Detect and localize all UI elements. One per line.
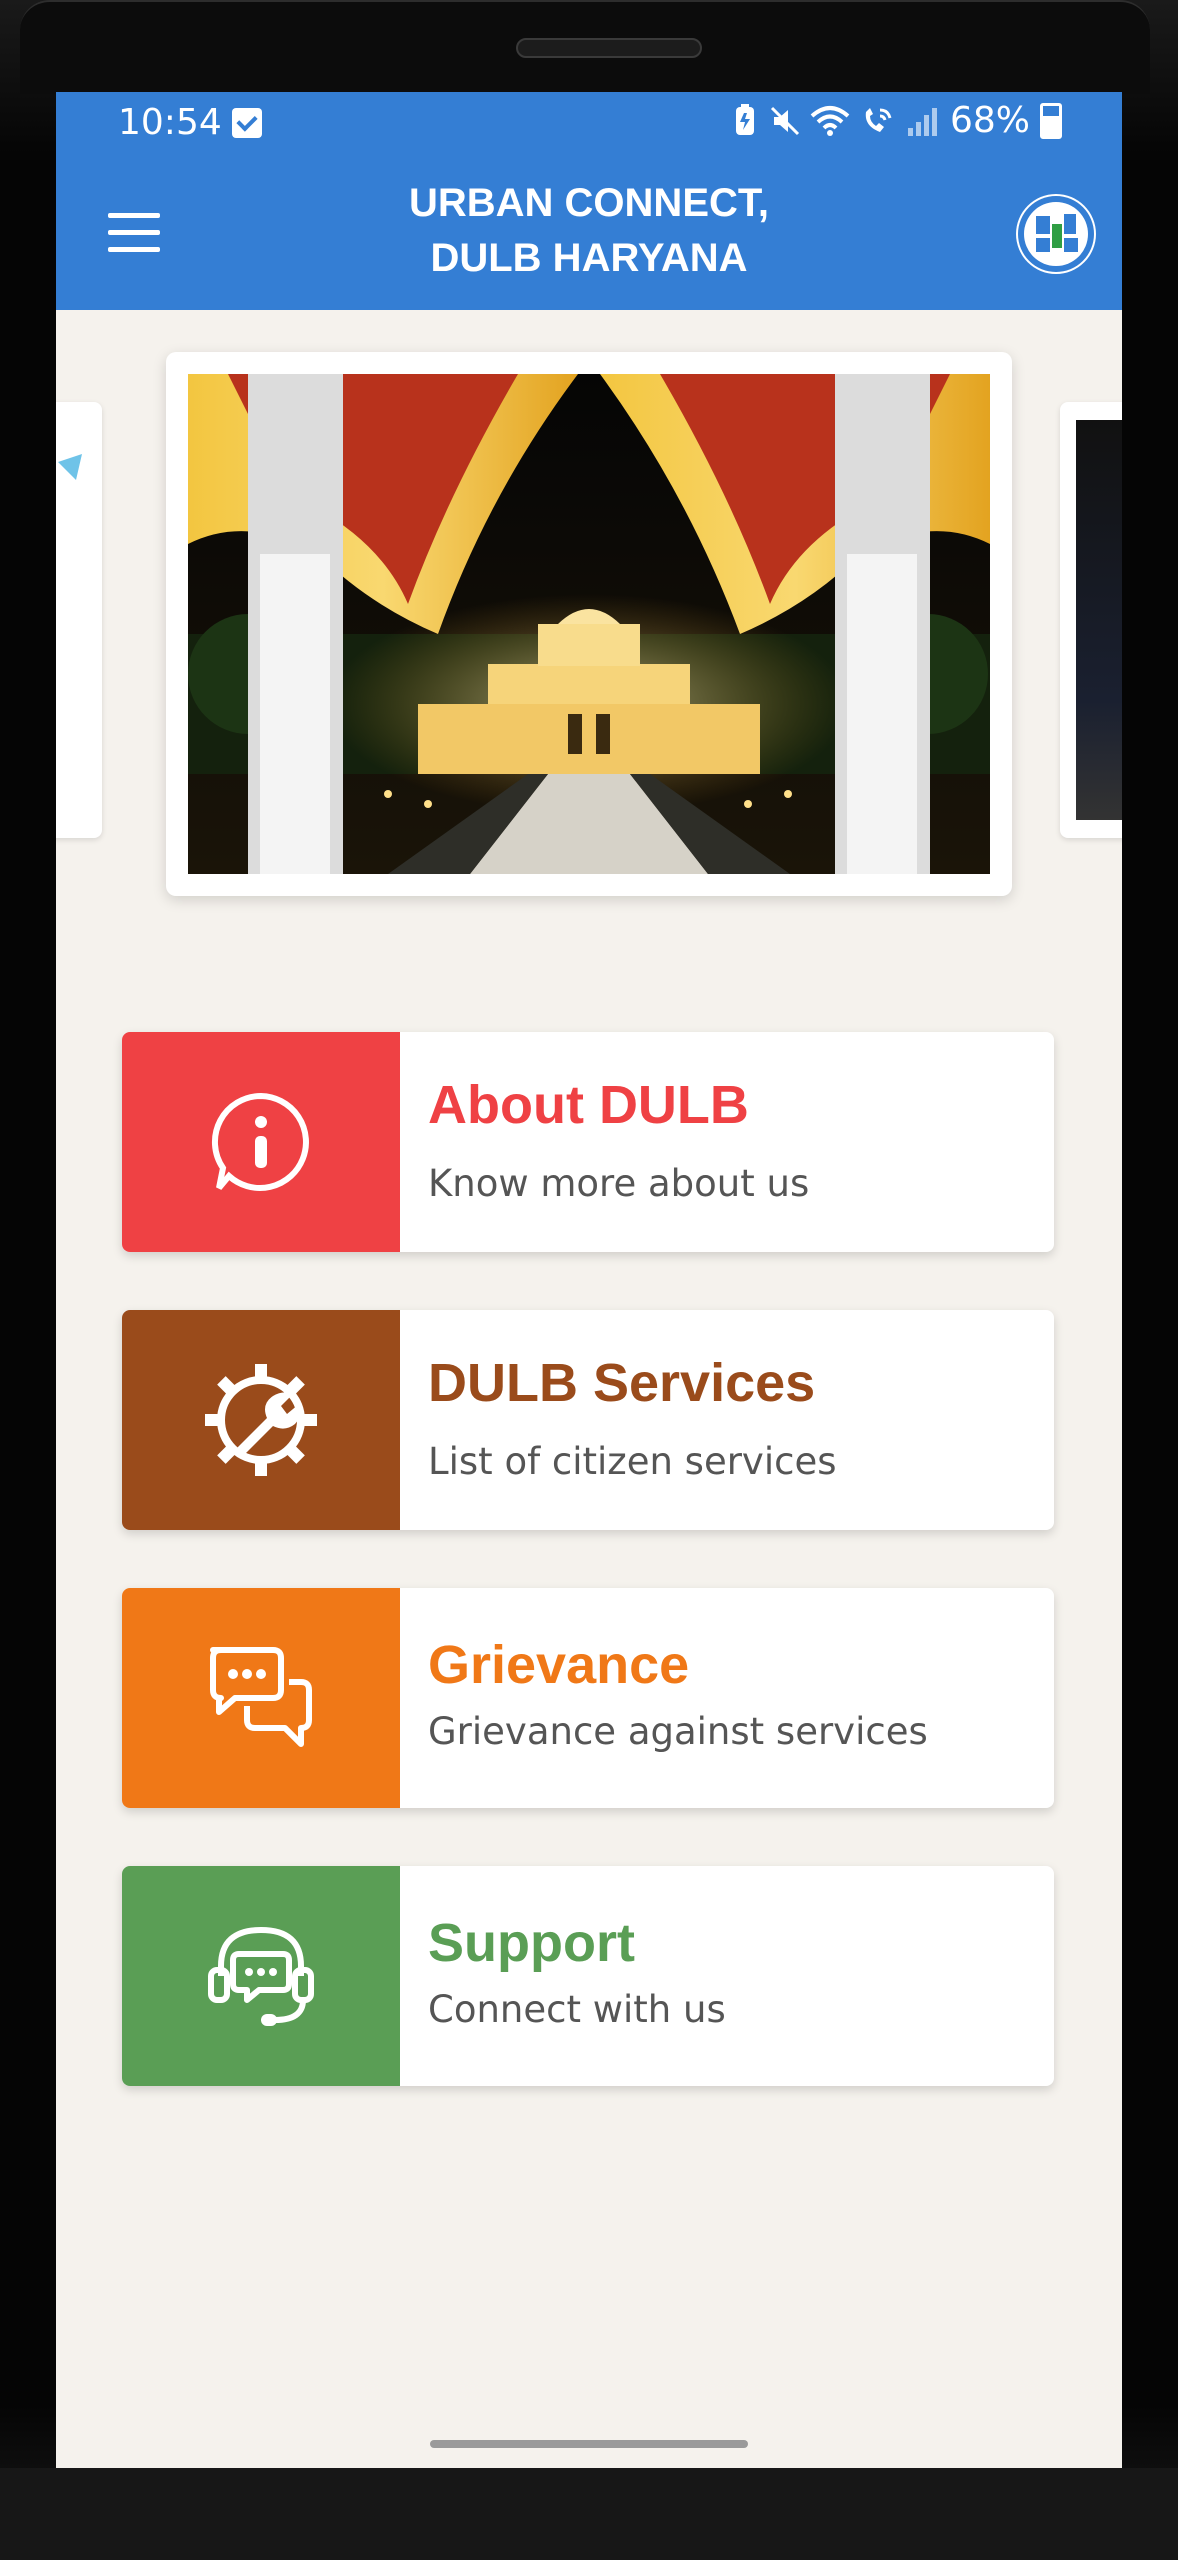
support-icon-box	[122, 1866, 400, 2086]
grievance-title: Grievance	[428, 1635, 690, 1695]
status-icons: 68%	[730, 100, 1062, 141]
carousel-slide-image[interactable]	[166, 352, 1012, 896]
status-bar: 10:54 68%	[56, 92, 1122, 156]
grievance-icon-box	[122, 1588, 400, 1808]
dulb-services-card[interactable]: DULB Services List of citizen services	[122, 1310, 1054, 1530]
battery-percentage: 68%	[949, 100, 1030, 141]
phone-top-bezel	[20, 0, 1150, 94]
headset-icon	[208, 1926, 314, 2026]
services-icon-box	[122, 1310, 400, 1530]
hamburger-menu-icon[interactable]	[108, 211, 164, 255]
checklist-notification-icon	[232, 108, 262, 138]
app-bar: URBAN CONNECT, DULB HARYANA	[56, 156, 1122, 310]
grievance-subtitle: Grievance against services	[428, 1710, 928, 1753]
about-dulb-card[interactable]: About DULB Know more about us	[122, 1032, 1054, 1252]
carousel-next-slide[interactable]	[1060, 402, 1122, 838]
speaker-grille	[516, 38, 702, 58]
wifi-icon	[810, 105, 850, 136]
app-title: URBAN CONNECT, DULB HARYANA	[306, 176, 872, 286]
wifi-calling-icon	[865, 107, 892, 132]
app-title-line1: URBAN CONNECT,	[409, 181, 769, 225]
mute-icon	[770, 106, 800, 135]
support-subtitle: Connect with us	[428, 1988, 726, 2031]
about-dulb-title: About DULB	[428, 1075, 749, 1135]
status-time: 10:54	[118, 102, 222, 143]
phone-bottom-bezel	[0, 2468, 1178, 2560]
info-icon	[211, 1092, 309, 1191]
grievance-card[interactable]: Grievance Grievance against services	[122, 1588, 1054, 1808]
carousel-prev-slide[interactable]	[56, 402, 102, 838]
about-icon-box	[122, 1032, 400, 1252]
chat-bubbles-icon	[210, 1647, 312, 1747]
dulb-services-title: DULB Services	[428, 1353, 816, 1413]
phone-frame: 10:54 68% URBAN CONNECT, DULB HARYANA Ab…	[0, 0, 1178, 2560]
dulb-services-subtitle: List of citizen services	[428, 1440, 837, 1483]
support-card[interactable]: Support Connect with us	[122, 1866, 1054, 2086]
screen: 10:54 68% URBAN CONNECT, DULB HARYANA Ab…	[56, 92, 1122, 2468]
about-dulb-subtitle: Know more about us	[428, 1162, 810, 1205]
app-title-line2: DULB HARYANA	[430, 236, 748, 280]
support-title: Support	[428, 1913, 635, 1973]
battery-icon	[1040, 102, 1062, 139]
battery-saver-icon	[735, 103, 754, 135]
gear-wrench-icon	[205, 1364, 317, 1476]
home-indicator[interactable]	[430, 2440, 748, 2448]
signal-icon	[907, 107, 937, 136]
palace-image	[188, 374, 990, 874]
app-logo-icon[interactable]	[1016, 194, 1096, 274]
